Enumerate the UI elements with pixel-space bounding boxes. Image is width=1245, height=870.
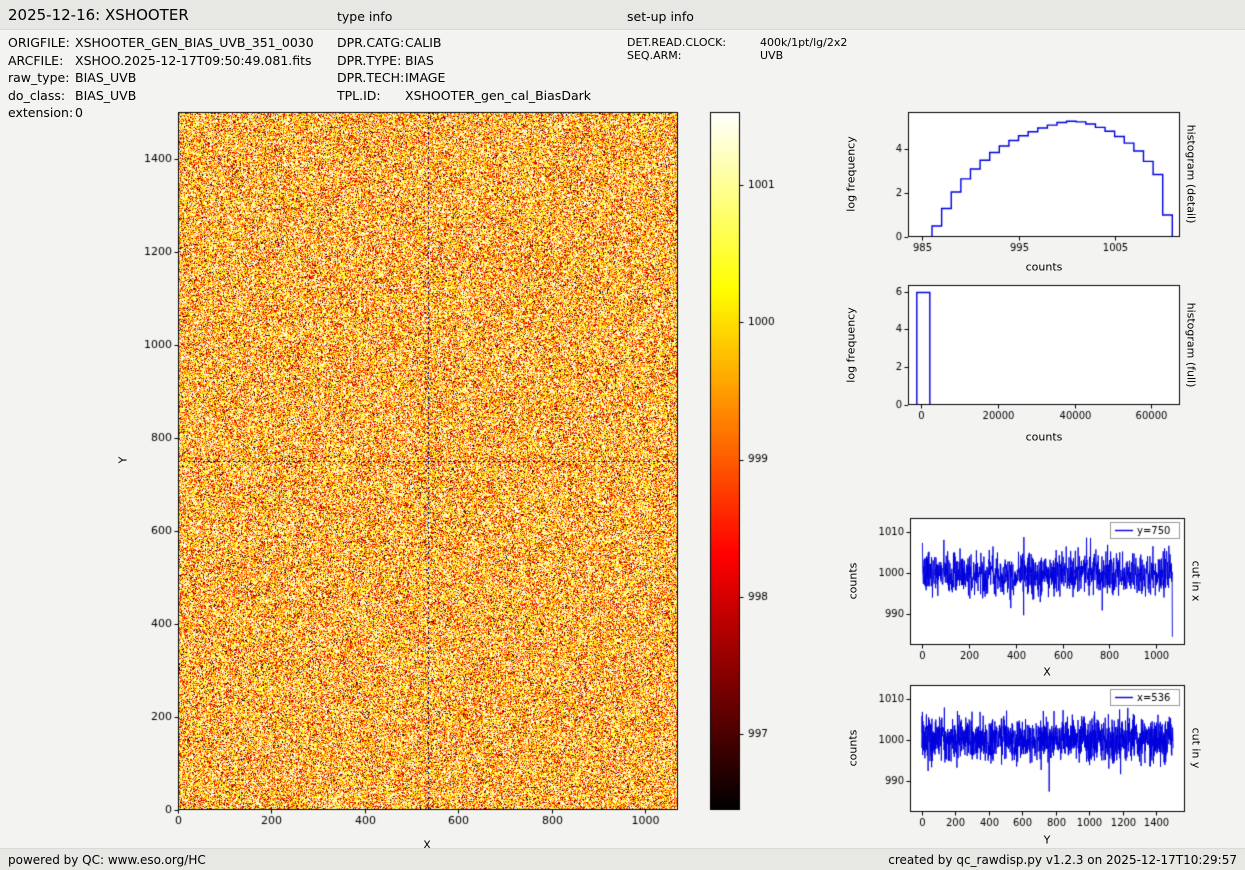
info-label: DET.READ.CLOCK: (627, 36, 760, 49)
bias-image-canvas (130, 98, 700, 838)
info-label: DPR.TECH: (337, 69, 405, 87)
footer-created-by: created by qc_rawdisp.py v1.2.3 on 2025-… (888, 853, 1237, 867)
info-value: IMAGE (405, 69, 445, 87)
info-value: BIAS_UVB (75, 87, 136, 105)
info-label: ORIGFILE: (8, 34, 75, 52)
info-row: ARCFILE:XSHOO.2025-12-17T09:50:49.081.fi… (8, 52, 314, 70)
histogram-detail-canvas (858, 102, 1190, 272)
setup-info-heading: set-up info (627, 9, 694, 24)
histogram-full-side-label: histogram (full) (1185, 303, 1198, 388)
footer-bar: powered by QC: www.eso.org/HC created by… (0, 848, 1245, 870)
info-row: ORIGFILE:XSHOOTER_GEN_BIAS_UVB_351_0030 (8, 34, 314, 52)
colorbar-canvas (706, 105, 786, 820)
info-label: raw_type: (8, 69, 75, 87)
info-label: extension: (8, 104, 75, 122)
main-plot-ylabel: Y (117, 457, 130, 464)
report-title: 2025-12-16: XSHOOTER (8, 6, 189, 24)
histogram-detail-xlabel: counts (1026, 261, 1063, 274)
info-row: DPR.TECH:IMAGE (337, 69, 591, 87)
info-label: DPR.TYPE: (337, 52, 405, 70)
info-value: CALIB (405, 34, 442, 52)
info-label: DPR.CATG: (337, 34, 405, 52)
info-value: 400k/1pt/lg/2x2 (760, 36, 847, 49)
qc-report-page: 2025-12-16: XSHOOTER type info set-up in… (0, 0, 1245, 870)
cut-in-y-xlabel: Y (1044, 834, 1051, 847)
footer-powered-by: powered by QC: www.eso.org/HC (8, 853, 206, 867)
info-label: do_class: (8, 87, 75, 105)
info-value: BIAS (405, 52, 434, 70)
cut-in-x-ylabel: counts (847, 563, 860, 600)
type-info-heading: type info (337, 9, 392, 24)
info-value: XSHOO.2025-12-17T09:50:49.081.fits (75, 52, 312, 70)
histogram-full-xlabel: counts (1026, 431, 1063, 444)
info-value: 0 (75, 104, 83, 122)
info-row: DPR.TYPE:BIAS (337, 52, 591, 70)
cut-in-y-canvas (860, 675, 1195, 847)
info-value: BIAS_UVB (75, 69, 136, 87)
cut-in-x-side-label: cut in x (1190, 561, 1203, 602)
info-row: DPR.CATG:CALIB (337, 34, 591, 52)
info-label: SEQ.ARM: (627, 49, 760, 62)
info-row: SEQ.ARM:UVB (627, 49, 847, 62)
cut-in-x-canvas (860, 508, 1195, 680)
cut-in-y-ylabel: counts (847, 730, 860, 767)
type-info-block: DPR.CATG:CALIBDPR.TYPE:BIASDPR.TECH:IMAG… (337, 34, 591, 104)
histogram-detail-side-label: histogram (detail) (1185, 125, 1198, 224)
histogram-full-canvas (858, 275, 1190, 440)
cut-in-y-side-label: cut in y (1190, 728, 1203, 769)
info-value: XSHOOTER_GEN_BIAS_UVB_351_0030 (75, 34, 314, 52)
setup-info-block: DET.READ.CLOCK:400k/1pt/lg/2x2SEQ.ARM:UV… (627, 36, 847, 62)
histogram-detail-ylabel: log frequency (845, 136, 858, 211)
info-row: DET.READ.CLOCK:400k/1pt/lg/2x2 (627, 36, 847, 49)
header-bar: 2025-12-16: XSHOOTER type info set-up in… (0, 0, 1245, 30)
info-value: UVB (760, 49, 783, 62)
histogram-full-ylabel: log frequency (845, 307, 858, 382)
info-label: ARCFILE: (8, 52, 75, 70)
info-row: raw_type:BIAS_UVB (8, 69, 314, 87)
